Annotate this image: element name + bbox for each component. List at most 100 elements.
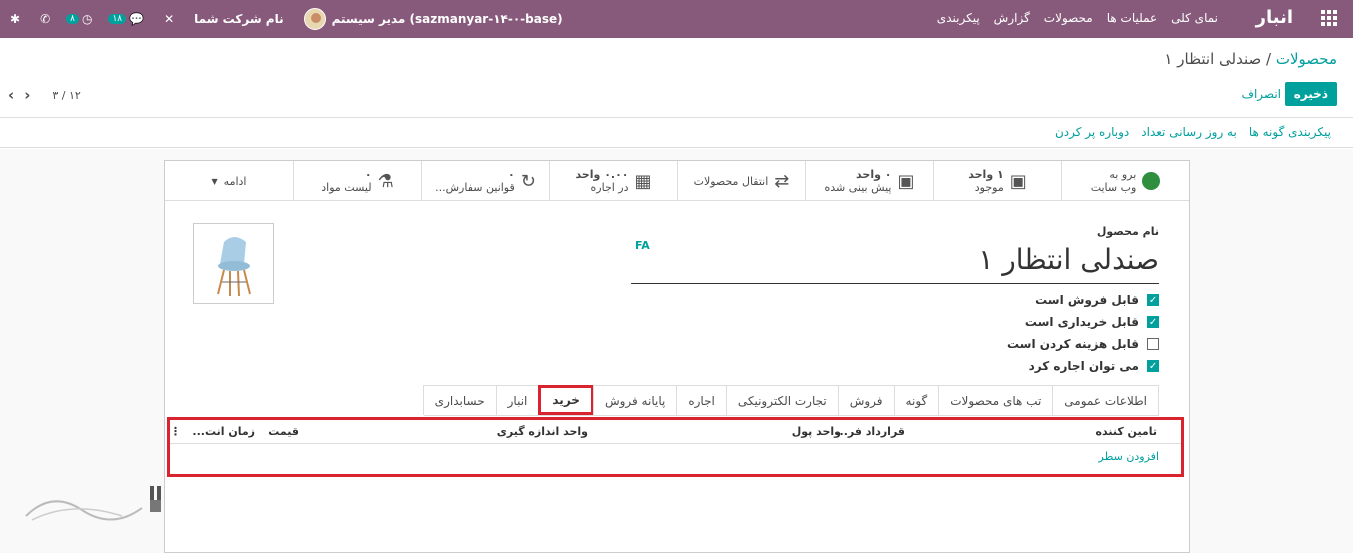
- tab-accounting[interactable]: حسابداری: [422, 385, 497, 415]
- replenish-button[interactable]: دوباره پر کردن: [1055, 125, 1129, 139]
- user-menu[interactable]: مدیر سیستم (sazmanyar-۱۴-۰-base): [294, 0, 573, 38]
- checkbox-label: قابل خریداری است: [1024, 315, 1139, 329]
- stat-value: ۰: [364, 168, 372, 181]
- stat-label: قوانین سفارش...: [435, 181, 515, 194]
- tab-general-info[interactable]: اطلاعات عمومی: [1052, 385, 1159, 415]
- form-statusbar: پیکربندی گونه ها به روز رسانی تعداد دوبا…: [0, 118, 1353, 148]
- translate-language-button[interactable]: FA: [635, 239, 650, 252]
- tab-variants[interactable]: گونه: [893, 385, 940, 415]
- company-switcher[interactable]: نام شرکت شما: [184, 0, 293, 38]
- tab-purchase[interactable]: خرید: [538, 385, 594, 415]
- menu-operations[interactable]: عملیات ها: [1107, 11, 1157, 25]
- stat-value: ۱ واحد: [968, 168, 1004, 181]
- product-name-label: نام محصول: [1096, 225, 1159, 238]
- menu-products[interactable]: محصولات: [1044, 11, 1093, 25]
- chair-image: [217, 237, 251, 297]
- stat-value: ۰.۰۰ واحد: [575, 168, 629, 181]
- form-notebook-tabs: اطلاعات عمومی تب های محصولات گونه فروش ت…: [422, 385, 1159, 416]
- col-contract[interactable]: قرارداد فر...: [835, 425, 905, 438]
- breadcrumb-parent[interactable]: محصولات: [1276, 50, 1337, 68]
- vendor-pricelist-grid: تامین کننده قرارداد فر... واحد پول واحد …: [167, 417, 1184, 477]
- cubes-icon: ▣: [897, 170, 915, 192]
- breadcrumb: محصولات / صندلی انتظار ۱: [1164, 50, 1337, 68]
- messages-badge: ۱۸: [108, 14, 127, 24]
- user-name: مدیر سیستم (sazmanyar-۱۴-۰-base): [331, 12, 563, 26]
- stat-line: برو به: [1109, 168, 1137, 181]
- product-name-field[interactable]: صندلی انتظار ۱: [978, 243, 1159, 276]
- tab-point-of-sale[interactable]: پایانه فروش: [592, 385, 678, 415]
- checkbox-rent[interactable]: ✓: [1147, 360, 1159, 372]
- col-uom[interactable]: واحد اندازه گیری: [497, 425, 588, 438]
- in-rental-smart-button[interactable]: ▦ ۰.۰۰ واحد در اجاره: [549, 161, 677, 201]
- tab-ecommerce[interactable]: تجارت الکترونیکی: [725, 385, 839, 415]
- checkbox-expense[interactable]: [1147, 338, 1159, 350]
- smart-button-box: برو به وب سایت ▣ ۱ واحد موجود ▣ ۰ واحد پیش …: [165, 161, 1189, 201]
- configure-variants-button[interactable]: پیکربندی گونه ها: [1249, 125, 1331, 139]
- website-smart-button[interactable]: برو به وب سایت: [1061, 161, 1189, 201]
- col-currency[interactable]: واحد پول: [792, 425, 841, 438]
- tab-product-tabs[interactable]: تب های محصولات: [938, 385, 1054, 415]
- stat-label: انتقال محصولات: [693, 174, 769, 188]
- check-row-sale[interactable]: ✓ قابل فروش است: [1007, 289, 1159, 311]
- pager-next-icon[interactable]: ›: [24, 86, 30, 104]
- menu-configuration[interactable]: پیکربندی: [937, 11, 980, 25]
- bom-smart-button[interactable]: ⚗ ۰ لیست مواد: [293, 161, 421, 201]
- checkbox-label: قابل فروش است: [1035, 293, 1139, 307]
- breadcrumb-separator: /: [1266, 50, 1272, 68]
- phone-icon[interactable]: ✆: [30, 0, 60, 38]
- optional-columns-icon[interactable]: ⋮: [170, 425, 181, 438]
- col-price[interactable]: قیمت: [268, 425, 299, 438]
- col-lead-time[interactable]: زمان انت...: [192, 425, 255, 438]
- tab-sales[interactable]: فروش: [837, 385, 895, 415]
- activities-badge: ۸: [66, 14, 79, 24]
- control-panel: محصولات / صندلی انتظار ۱ ذخیره انصراف ‹ …: [0, 38, 1353, 118]
- on-hand-smart-button[interactable]: ▣ ۱ واحد موجود: [933, 161, 1061, 201]
- stat-value: ۰: [508, 168, 515, 181]
- col-vendor[interactable]: تامین کننده: [1095, 425, 1157, 438]
- checkbox-label: قابل هزینه کردن است: [1006, 337, 1139, 351]
- check-row-purchase[interactable]: ✓ قابل خریداری است: [1007, 311, 1159, 333]
- stat-label: پیش بینی شده: [824, 181, 892, 194]
- reordering-rules-smart-button[interactable]: ↻ ۰ قوانین سفارش...: [421, 161, 549, 201]
- product-image[interactable]: [193, 223, 274, 304]
- save-button[interactable]: ذخیره: [1284, 82, 1337, 106]
- tab-inventory[interactable]: انبار: [495, 385, 540, 415]
- more-smart-button[interactable]: ادامه ▼: [165, 161, 293, 201]
- tab-rental[interactable]: اجاره: [676, 385, 727, 415]
- forecasted-smart-button[interactable]: ▣ ۰ واحد پیش بینی شده: [805, 161, 933, 201]
- debug-bug-icon[interactable]: ✱: [0, 0, 30, 38]
- company-name: نام شرکت شما: [194, 12, 284, 26]
- checkbox-label: می توان اجاره کرد: [1028, 359, 1139, 373]
- check-row-rent[interactable]: ✓ می توان اجاره کرد: [1007, 355, 1159, 377]
- title-underline: [631, 283, 1159, 284]
- refresh-icon: ↻: [520, 170, 536, 192]
- add-line-link[interactable]: افزودن سطر: [1099, 450, 1159, 463]
- avatar: [303, 8, 326, 30]
- pager-previous-icon[interactable]: ‹: [8, 86, 14, 104]
- app-brand[interactable]: انبار: [1256, 7, 1293, 28]
- pager: ‹ › ۳ / ۱۲: [8, 86, 81, 104]
- breadcrumb-current: صندلی انتظار ۱: [1164, 50, 1262, 68]
- pager-value[interactable]: ۳ / ۱۲: [52, 89, 80, 102]
- tools-icon[interactable]: ✕: [154, 0, 184, 38]
- product-flags: ✓ قابل فروش است ✓ قابل خریداری است قابل …: [1007, 289, 1159, 377]
- checkbox-purchase[interactable]: ✓: [1147, 316, 1159, 328]
- systray: مدیر سیستم (sazmanyar-۱۴-۰-base) نام شرک…: [0, 0, 573, 38]
- discard-button[interactable]: انصراف: [1242, 87, 1281, 101]
- check-row-expense[interactable]: قابل هزینه کردن است: [1007, 333, 1159, 355]
- apps-menu-icon[interactable]: [1321, 10, 1337, 26]
- activities-icon[interactable]: ۸ ◷: [60, 0, 102, 38]
- checkbox-sale[interactable]: ✓: [1147, 294, 1159, 306]
- exchange-icon: ⇄: [774, 170, 790, 192]
- messages-icon[interactable]: ۱۸ 💬: [102, 0, 154, 38]
- stat-label: وب سایت: [1090, 181, 1137, 194]
- stat-value: ۰ واحد: [856, 168, 892, 181]
- menu-reporting[interactable]: گزارش: [994, 11, 1030, 25]
- watermark-logo: [25, 486, 161, 521]
- menu-overview[interactable]: نمای کلی: [1171, 11, 1218, 25]
- product-moves-smart-button[interactable]: ⇄ انتقال محصولات: [677, 161, 805, 201]
- top-navbar: انبار نمای کلی عملیات ها محصولات گزارش پ…: [0, 0, 1353, 38]
- update-quantity-button[interactable]: به روز رسانی تعداد: [1141, 125, 1237, 139]
- stat-label: در اجاره: [590, 181, 629, 194]
- flask-icon: ⚗: [377, 170, 394, 192]
